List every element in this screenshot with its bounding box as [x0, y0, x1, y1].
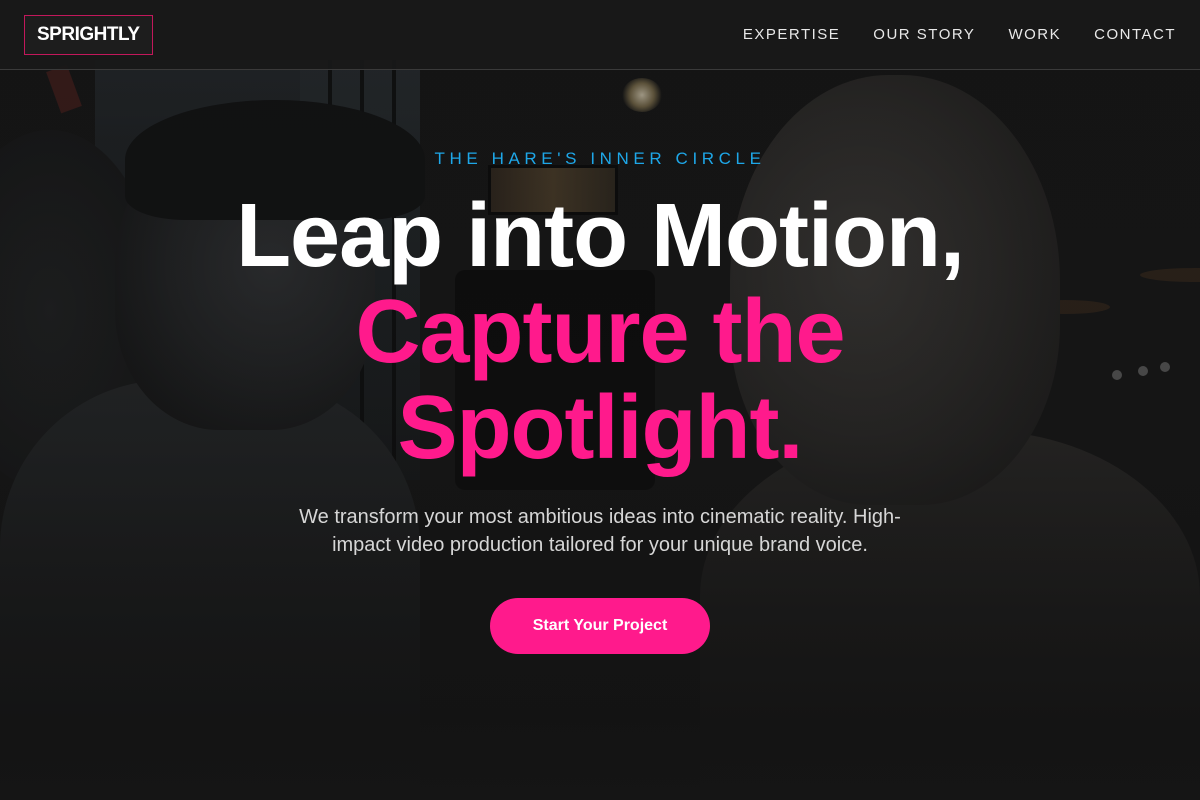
site-header: SPRIGHTLY EXPERTISE OUR STORY WORK CONTA… [0, 0, 1200, 70]
headline-line-3: Spotlight. [397, 378, 804, 478]
start-project-button[interactable]: Start Your Project [490, 598, 710, 654]
hero-subtitle: We transform your most ambitious ideas i… [299, 506, 901, 556]
site-logo[interactable]: SPRIGHTLY [24, 14, 153, 55]
hero-section: THE HARE'S INNER CIRCLE Leap into Motion… [0, 70, 1200, 800]
nav-link-work[interactable]: WORK [1008, 26, 1061, 43]
main-nav: EXPERTISE OUR STORY WORK CONTACT [743, 26, 1176, 43]
headline-line-1: Leap into Motion, [236, 186, 965, 286]
nav-link-our-story[interactable]: OUR STORY [873, 26, 975, 43]
nav-link-expertise[interactable]: EXPERTISE [743, 26, 840, 43]
headline-line-2: Capture the [355, 282, 845, 382]
hero-eyebrow: THE HARE'S INNER CIRCLE [434, 149, 766, 168]
nav-link-contact[interactable]: CONTACT [1094, 26, 1176, 43]
hero-headline: Leap into Motion, Capture the Spotlight. [0, 188, 1200, 476]
